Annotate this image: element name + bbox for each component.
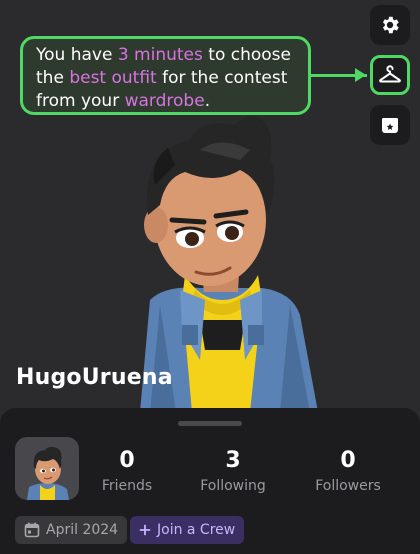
joined-date-badge: April 2024 <box>15 516 128 544</box>
tooltip-highlight-time: 3 minutes <box>117 45 203 65</box>
sheet-drag-handle[interactable] <box>178 421 242 426</box>
hanger-icon <box>379 65 401 83</box>
following-label: Following <box>200 478 266 494</box>
tooltip-text: . <box>204 91 211 111</box>
join-crew-label: Join a Crew <box>157 522 236 538</box>
friends-count: 0 <box>119 448 135 473</box>
tooltip-highlight-wardrobe: wardrobe <box>124 91 205 111</box>
followers-stat[interactable]: 0 Followers <box>298 448 398 494</box>
avatar-stage: You have 3 minutes to choose the best ou… <box>0 0 420 412</box>
friends-label: Friends <box>101 478 153 494</box>
joined-date-text: April 2024 <box>46 522 119 538</box>
profile-sheet: 0 Friends 3 Following 0 Followers April … <box>0 408 420 554</box>
gear-icon <box>382 16 399 34</box>
followers-label: Followers <box>315 478 381 494</box>
join-crew-button[interactable]: Join a Crew <box>130 516 245 544</box>
settings-button[interactable] <box>370 5 410 45</box>
followers-count: 0 <box>340 448 356 473</box>
store-button[interactable] <box>370 105 410 145</box>
tooltip-arrow-head <box>355 68 366 82</box>
friends-stat[interactable]: 0 Friends <box>77 448 177 494</box>
tooltip-text: You have <box>36 45 118 65</box>
wardrobe-button[interactable] <box>370 55 410 95</box>
avatar[interactable] <box>15 437 79 500</box>
username: HugoUruena <box>16 365 173 390</box>
following-count: 3 <box>225 448 241 473</box>
tooltip-highlight-outfit: best outfit <box>69 68 157 88</box>
following-stat[interactable]: 3 Following <box>183 448 283 494</box>
avatar-thumbnail <box>27 446 69 500</box>
calendar-icon <box>24 522 40 538</box>
tutorial-tooltip: You have 3 minutes to choose the best ou… <box>20 36 311 115</box>
plus-icon <box>139 524 151 536</box>
store-icon <box>382 118 398 133</box>
